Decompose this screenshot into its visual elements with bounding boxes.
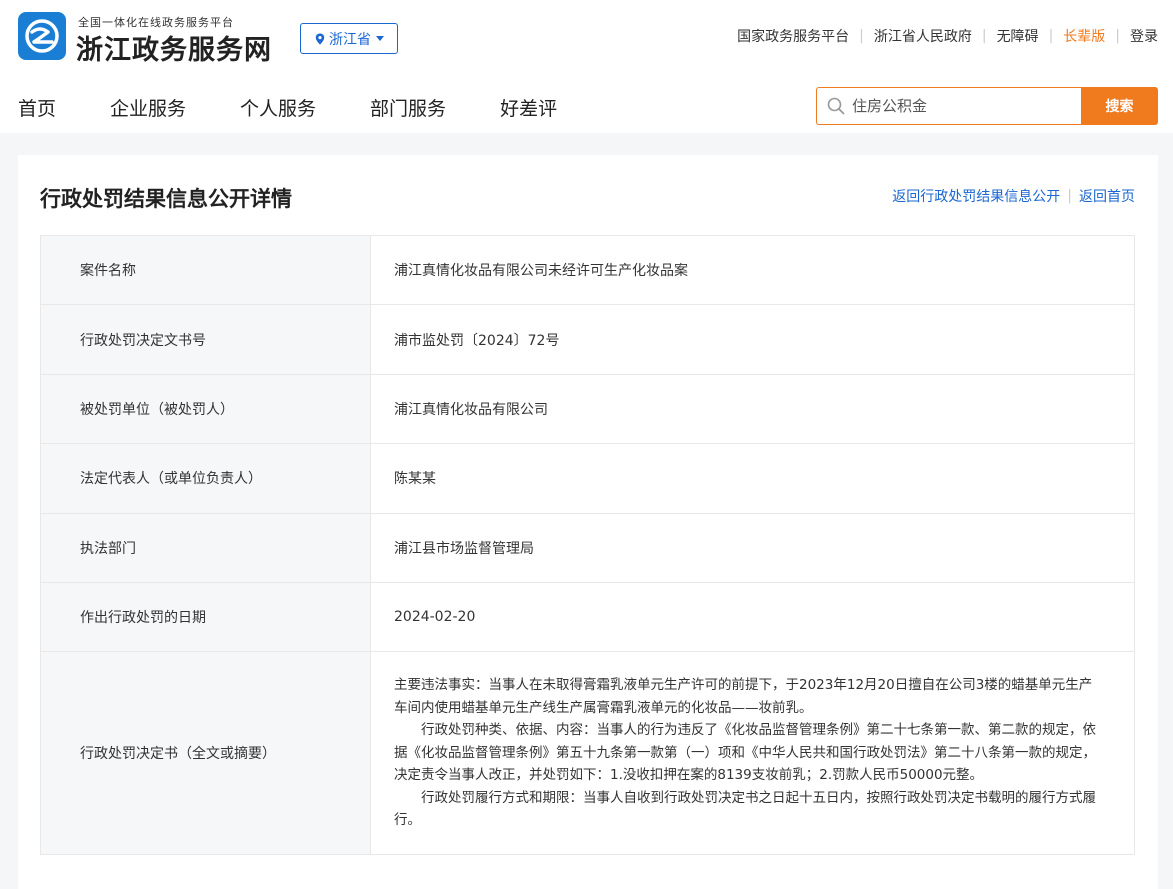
divider: | xyxy=(981,28,987,44)
row-label: 作出行政处罚的日期 xyxy=(40,581,371,653)
detail-card: 行政处罚结果信息公开详情 返回行政处罚结果信息公开 | 返回首页 案件名称 浦江… xyxy=(18,155,1158,889)
row-label: 行政处罚决定书（全文或摘要） xyxy=(40,651,371,855)
table-row: 执法部门 浦江县市场监督管理局 xyxy=(40,512,1135,583)
top-links: 国家政务服务平台 | 浙江省人民政府 | 无障碍 | 长辈版 | 登录 xyxy=(737,26,1158,46)
page-title: 行政处罚结果信息公开详情 xyxy=(40,187,292,211)
location-pin-icon xyxy=(315,33,325,44)
provincial-gov-link[interactable]: 浙江省人民政府 xyxy=(874,26,972,46)
divider: | xyxy=(1115,28,1120,44)
detail-table: 案件名称 浦江真情化妆品有限公司未经许可生产化妆品案 行政处罚决定文书号 浦市监… xyxy=(40,234,1135,855)
chevron-down-icon xyxy=(376,36,384,41)
nav-item-home[interactable]: 首页 xyxy=(18,94,56,121)
row-value: 浦江县市场监督管理局 xyxy=(370,512,1135,583)
card-links: 返回行政处罚结果信息公开 | 返回首页 xyxy=(892,186,1135,206)
performance-paragraph: 行政处罚履行方式和期限：当事人自收到行政处罚决定书之日起十五日内，按照行政处罚决… xyxy=(394,789,1096,829)
divider: | xyxy=(1048,28,1054,44)
nav-item-department[interactable]: 部门服务 xyxy=(370,94,446,121)
login-link[interactable]: 登录 xyxy=(1130,26,1158,46)
search-field-wrapper xyxy=(816,87,1081,125)
zhejiang-government-logo-icon[interactable] xyxy=(18,12,66,60)
row-value: 浦江真情化妆品有限公司未经许可生产化妆品案 xyxy=(370,234,1135,306)
main-nav: 首页 企业服务 个人服务 部门服务 好差评 xyxy=(18,94,611,121)
table-row: 作出行政处罚的日期 2024-02-20 xyxy=(40,581,1135,653)
row-value: 浦江真情化妆品有限公司 xyxy=(370,373,1135,445)
region-selector[interactable]: 浙江省 xyxy=(300,23,398,54)
violation-facts-paragraph: 主要违法事实：当事人在未取得膏霜乳液单元生产许可的前提下，于2023年12月20… xyxy=(394,677,1093,716)
table-row: 行政处罚决定书（全文或摘要） 主要违法事实：当事人在未取得膏霜乳液单元生产许可的… xyxy=(40,651,1135,855)
nav-item-rating[interactable]: 好差评 xyxy=(500,94,557,121)
row-value: 陈某某 xyxy=(370,443,1135,514)
decision-text-cell: 主要违法事实：当事人在未取得膏霜乳液单元生产许可的前提下，于2023年12月20… xyxy=(370,651,1135,855)
table-row: 被处罚单位（被处罚人） 浦江真情化妆品有限公司 xyxy=(40,373,1135,445)
search-icon xyxy=(827,97,845,115)
search-button[interactable]: 搜索 xyxy=(1081,87,1158,125)
row-label: 案件名称 xyxy=(40,234,371,306)
search-input[interactable] xyxy=(852,97,1062,115)
region-label: 浙江省 xyxy=(329,31,371,48)
divider: | xyxy=(1067,188,1072,204)
table-row: 法定代表人（或单位负责人） 陈某某 xyxy=(40,443,1135,514)
row-value: 浦市监处罚〔2024〕72号 xyxy=(370,304,1135,375)
row-label: 行政处罚决定文书号 xyxy=(40,304,371,375)
divider: | xyxy=(859,28,864,44)
brand-name[interactable]: 浙江政务服务网 xyxy=(76,28,272,67)
site-header: 全国一体化在线政务服务平台 浙江政务服务网 浙江省 国家政务服务平台 | 浙江省… xyxy=(0,0,1173,133)
nav-item-personal[interactable]: 个人服务 xyxy=(240,94,316,121)
elder-mode-link[interactable]: 长辈版 xyxy=(1063,26,1105,46)
national-platform-link[interactable]: 国家政务服务平台 xyxy=(737,26,849,46)
penalty-paragraph: 行政处罚种类、依据、内容：当事人的行为违反了《化妆品监督管理条例》第二十七条第一… xyxy=(394,722,1096,784)
search-bar: 搜索 xyxy=(816,87,1158,125)
row-label: 被处罚单位（被处罚人） xyxy=(40,373,371,445)
accessibility-link[interactable]: 无障碍 xyxy=(997,26,1039,46)
back-to-home-link[interactable]: 返回首页 xyxy=(1079,186,1135,206)
table-row: 行政处罚决定文书号 浦市监处罚〔2024〕72号 xyxy=(40,304,1135,375)
nav-item-enterprise[interactable]: 企业服务 xyxy=(110,94,186,121)
row-label: 法定代表人（或单位负责人） xyxy=(40,443,371,514)
row-value: 2024-02-20 xyxy=(370,581,1135,653)
table-row: 案件名称 浦江真情化妆品有限公司未经许可生产化妆品案 xyxy=(40,234,1135,306)
back-to-list-link[interactable]: 返回行政处罚结果信息公开 xyxy=(892,186,1060,206)
row-label: 执法部门 xyxy=(40,512,371,583)
